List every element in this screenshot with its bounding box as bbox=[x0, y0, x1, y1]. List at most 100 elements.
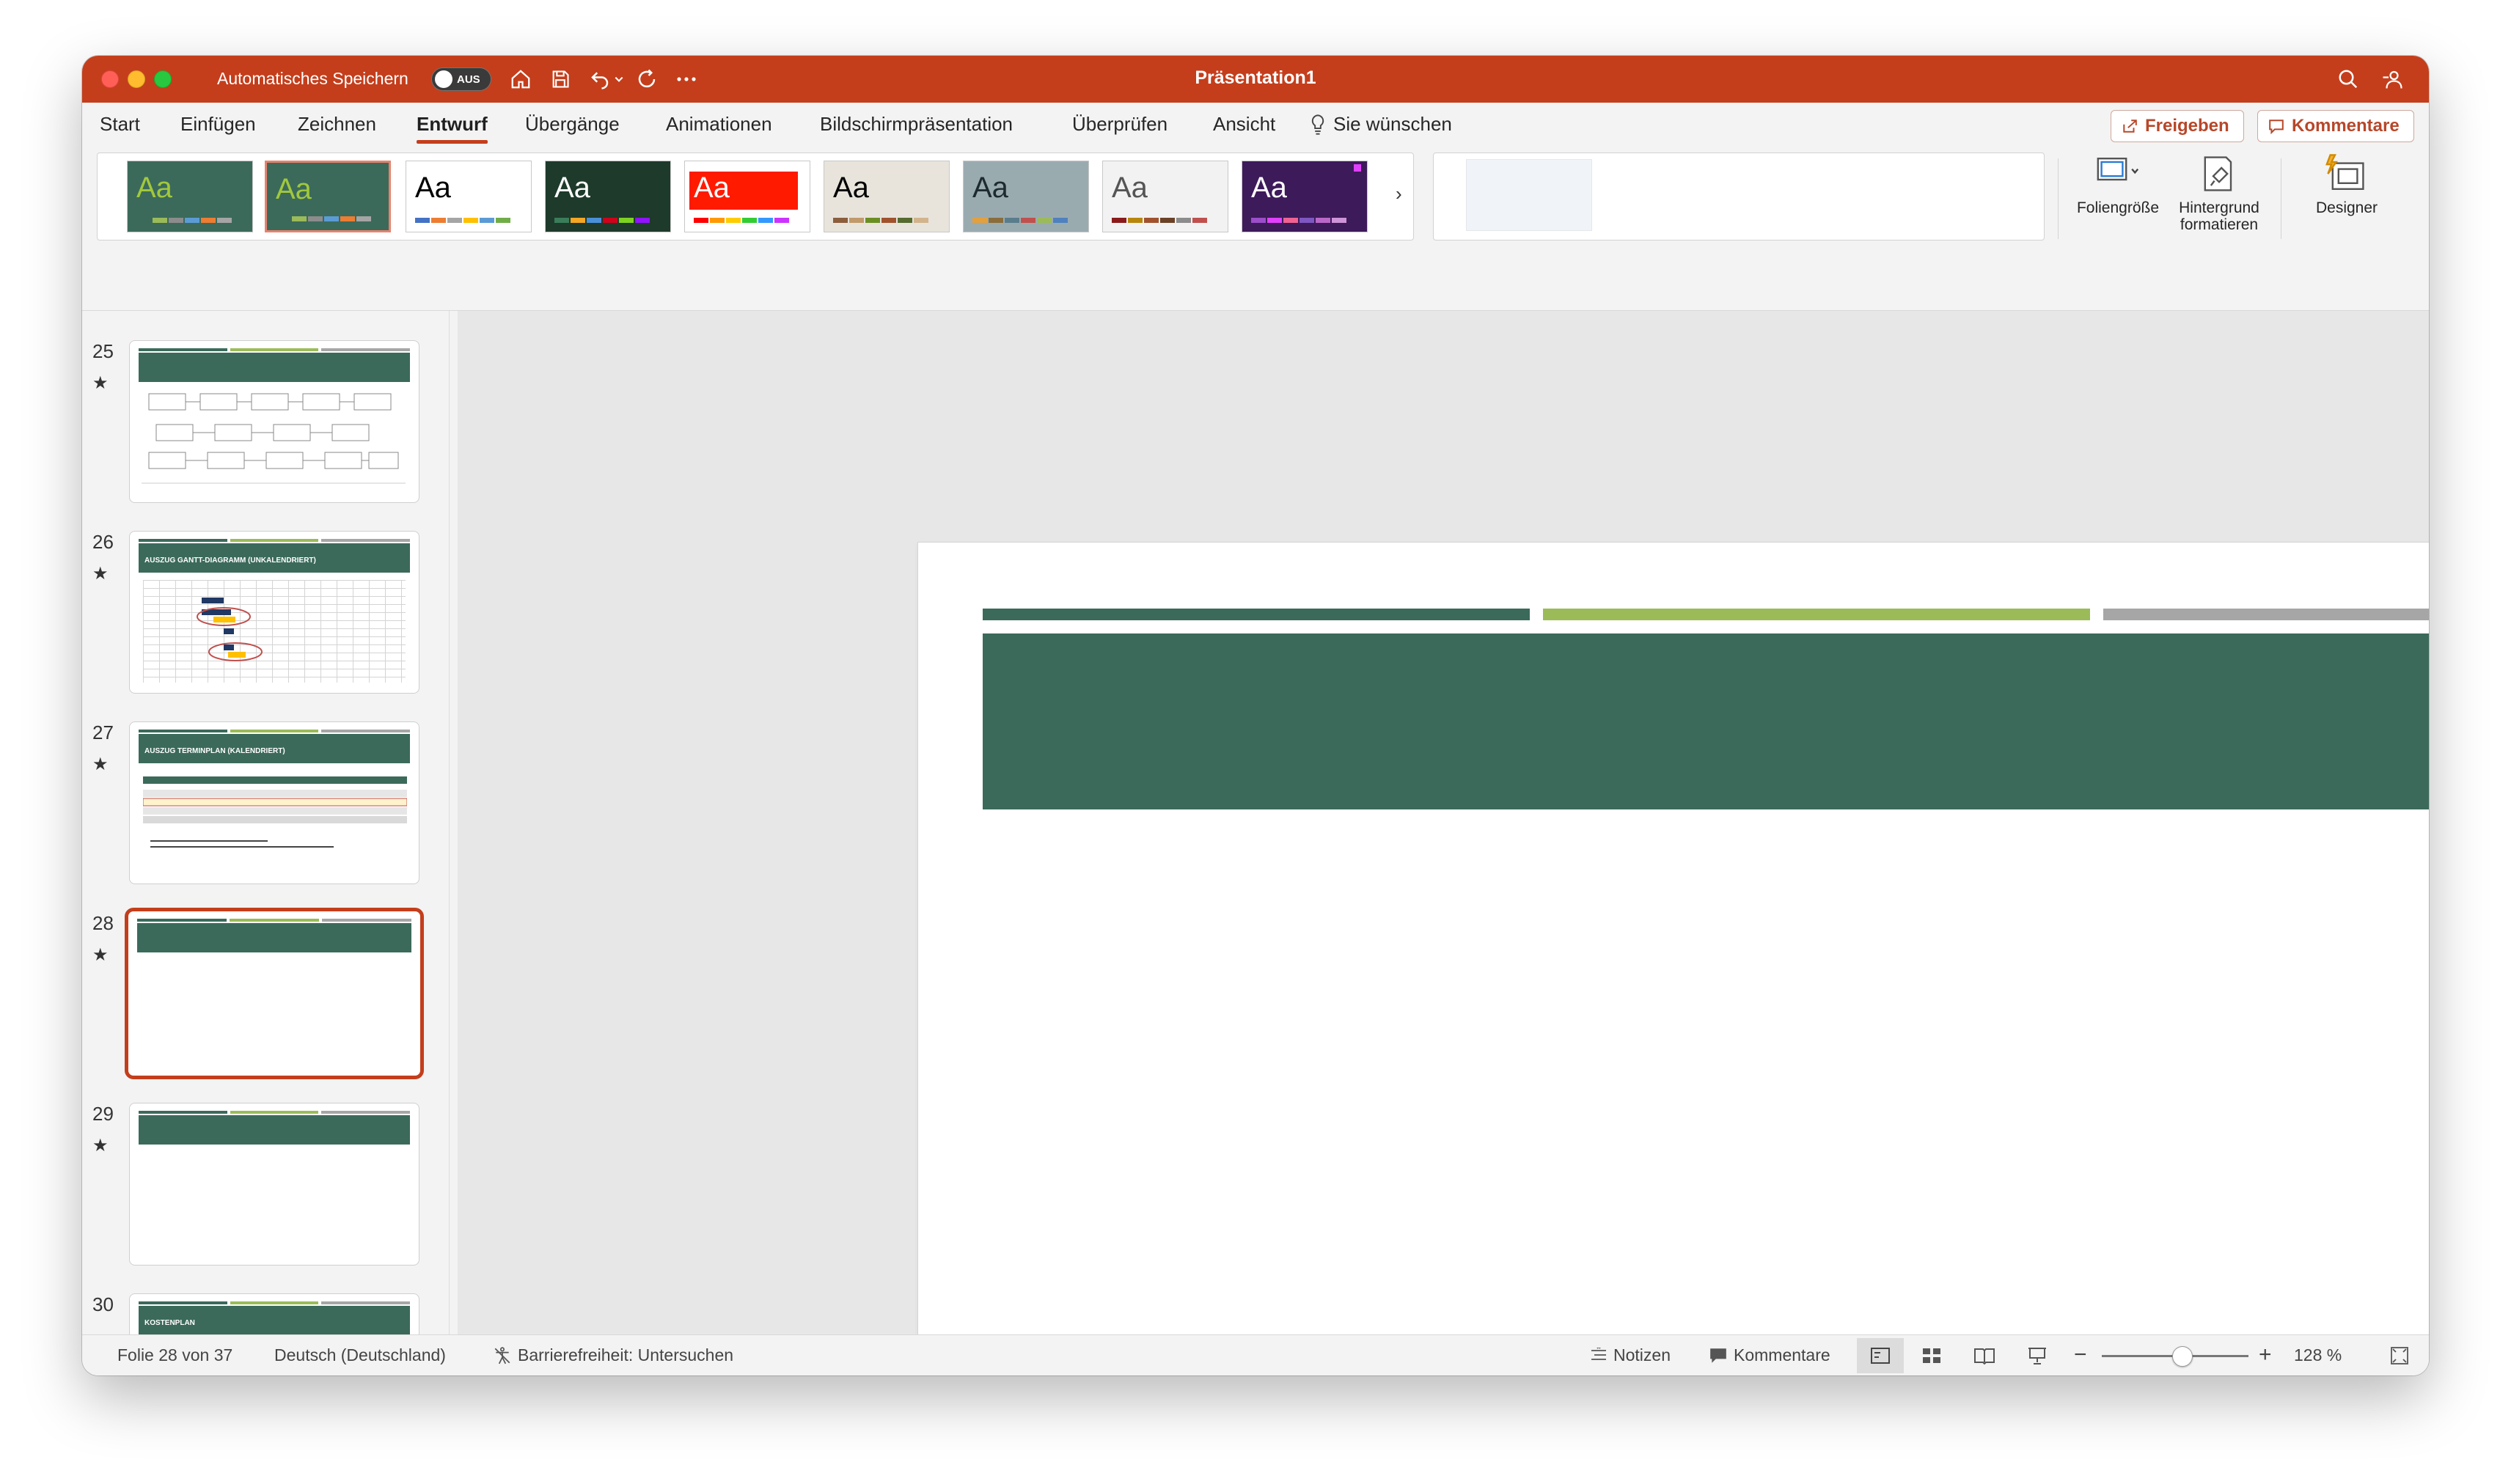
slide-size-button[interactable]: Foliengröße bbox=[2074, 153, 2162, 216]
theme-color-swatch bbox=[758, 218, 773, 223]
zoom-window-button[interactable] bbox=[154, 70, 172, 88]
fit-to-window-icon bbox=[2391, 1347, 2408, 1364]
comment-icon bbox=[1710, 1348, 1726, 1363]
save-icon[interactable] bbox=[547, 66, 573, 92]
slide-item[interactable]: 25 ★ bbox=[82, 340, 449, 516]
tab-start[interactable]: Start bbox=[100, 113, 140, 136]
theme-color-swatch bbox=[972, 218, 987, 223]
theme-swatches bbox=[1251, 218, 1346, 223]
slide-item-current[interactable]: 28 ★ bbox=[82, 908, 449, 1088]
theme-aa: Aa bbox=[1112, 172, 1148, 204]
tab-ansicht[interactable]: Ansicht bbox=[1213, 113, 1275, 136]
tab-ueberpruefen[interactable]: Überprüfen bbox=[1072, 113, 1167, 136]
thumb-accent-lines bbox=[139, 730, 411, 732]
gallery-scroll-right-icon[interactable]: › bbox=[1396, 183, 1402, 205]
theme-color-swatch bbox=[833, 218, 848, 223]
slide-thumbnail[interactable] bbox=[129, 1103, 419, 1266]
theme-aa: Aa bbox=[694, 172, 730, 204]
theme-thumbnail[interactable]: Aa bbox=[684, 161, 810, 232]
slide-item[interactable]: 29 ★ bbox=[82, 1103, 449, 1279]
theme-color-swatch bbox=[217, 218, 232, 223]
current-slide[interactable] bbox=[918, 543, 2429, 1375]
reading-view-icon bbox=[1974, 1348, 1995, 1364]
theme-swatches bbox=[136, 218, 232, 223]
format-background-button[interactable]: Hintergrund formatieren bbox=[2171, 153, 2268, 233]
slide-item[interactable]: 26 ★ AUSZUG GANTT-DIAGRAMM (UNKALENDRIER… bbox=[82, 531, 449, 707]
slide-thumbnail-pane: 25 ★ 26 ★ AUSZUG GANTT-DIAGRAMM (UNKALEN… bbox=[82, 311, 449, 1334]
more-icon[interactable] bbox=[673, 66, 700, 92]
theme-thumbnail[interactable]: Aa bbox=[1242, 161, 1368, 232]
tab-animationen[interactable]: Animationen bbox=[666, 113, 772, 136]
undo-dropdown-chevron-icon[interactable] bbox=[610, 66, 628, 92]
theme-color-swatch bbox=[914, 218, 928, 223]
fit-to-window-button[interactable] bbox=[2376, 1338, 2423, 1373]
slide-thumbnail[interactable] bbox=[129, 340, 419, 503]
zoom-slider-knob[interactable] bbox=[2172, 1346, 2193, 1367]
slideshow-view-button[interactable] bbox=[2014, 1338, 2061, 1373]
theme-color-swatch bbox=[1192, 218, 1207, 223]
redo-icon[interactable] bbox=[634, 66, 660, 92]
notes-button[interactable]: Notizen bbox=[1590, 1345, 1671, 1365]
theme-thumbnail[interactable]: Aa bbox=[127, 161, 253, 232]
title-placeholder-band[interactable] bbox=[983, 633, 2429, 809]
thumb-flowchart bbox=[142, 393, 406, 484]
slide-size-icon bbox=[2097, 158, 2139, 181]
slide-item[interactable]: 27 ★ AUSZUG TERMINPLAN (KALENDRIERT) bbox=[82, 721, 449, 897]
animation-star-icon: ★ bbox=[92, 945, 109, 965]
theme-thumbnail-selected[interactable]: Aa bbox=[265, 161, 391, 232]
theme-color-swatch bbox=[865, 218, 880, 223]
reading-view-button[interactable] bbox=[1961, 1338, 2008, 1373]
slide-sorter-view-button[interactable] bbox=[1908, 1338, 1955, 1373]
undo-icon[interactable] bbox=[587, 66, 613, 92]
theme-swatches bbox=[1112, 218, 1207, 223]
share-label: Freigeben bbox=[2145, 116, 2229, 136]
zoom-in-button[interactable]: + bbox=[2259, 1342, 2272, 1367]
zoom-out-button[interactable]: − bbox=[2074, 1342, 2087, 1367]
theme-aa: Aa bbox=[554, 172, 590, 204]
comments-button[interactable]: Kommentare bbox=[2257, 110, 2414, 142]
theme-color-swatch bbox=[185, 218, 199, 223]
slide-thumbnail[interactable]: AUSZUG GANTT-DIAGRAMM (UNKALENDRIERT) bbox=[129, 531, 419, 694]
slide-thumbnail[interactable]: AUSZUG TERMINPLAN (KALENDRIERT) bbox=[129, 721, 419, 884]
close-window-button[interactable] bbox=[101, 70, 119, 88]
accessibility-checker[interactable]: Barrierefreiheit: Untersuchen bbox=[493, 1345, 733, 1365]
slide-thumbnail[interactable]: KOSTENPLAN bbox=[129, 1293, 419, 1334]
tab-uebergaenge[interactable]: Übergänge bbox=[525, 113, 620, 136]
tab-entwurf[interactable]: Entwurf bbox=[417, 113, 488, 144]
tab-zeichnen[interactable]: Zeichnen bbox=[298, 113, 376, 136]
theme-thumbnail[interactable]: Aa bbox=[545, 161, 671, 232]
zoom-level[interactable]: 128 % bbox=[2294, 1345, 2342, 1365]
slide-item[interactable]: 30 KOSTENPLAN bbox=[82, 1293, 449, 1334]
share-button[interactable]: Freigeben bbox=[2111, 110, 2244, 142]
slide-thumbnail-selected[interactable] bbox=[125, 908, 424, 1079]
theme-color-swatch bbox=[276, 216, 290, 221]
variant-thumbnail[interactable] bbox=[1466, 159, 1592, 231]
tab-bildschirmpraesentation[interactable]: Bildschirmpräsentation bbox=[820, 113, 1013, 136]
status-comments-button[interactable]: Kommentare bbox=[1709, 1345, 1830, 1365]
language-indicator[interactable]: Deutsch (Deutschland) bbox=[274, 1345, 446, 1365]
theme-color-swatch bbox=[694, 218, 708, 223]
home-icon[interactable] bbox=[507, 66, 534, 92]
theme-thumbnail[interactable]: Aa bbox=[406, 161, 532, 232]
tell-me-search[interactable]: Sie wünschen bbox=[1310, 113, 1452, 136]
search-icon[interactable] bbox=[2335, 66, 2361, 92]
theme-thumbnail[interactable]: Aa bbox=[963, 161, 1089, 232]
theme-color-swatch bbox=[169, 218, 183, 223]
normal-view-button[interactable] bbox=[1857, 1338, 1904, 1373]
theme-thumbnail[interactable]: Aa bbox=[824, 161, 950, 232]
themes-gallery: Aa Aa Aa Aa Aa Aa Aa Aa Aa › bbox=[97, 153, 1414, 240]
thumb-accent-lines bbox=[139, 1301, 411, 1304]
pane-splitter[interactable] bbox=[449, 311, 458, 1334]
autosave-toggle[interactable]: AUS bbox=[431, 67, 491, 91]
theme-color-swatch bbox=[463, 218, 478, 223]
theme-thumbnail[interactable]: Aa bbox=[1102, 161, 1228, 232]
account-icon[interactable] bbox=[2379, 66, 2405, 92]
theme-color-swatch bbox=[1332, 218, 1346, 223]
theme-accent-dot bbox=[1354, 164, 1361, 172]
slide-number: 30 bbox=[92, 1293, 114, 1315]
tab-einfuegen[interactable]: Einfügen bbox=[180, 113, 256, 136]
theme-color-swatch bbox=[324, 216, 339, 221]
theme-color-swatch bbox=[619, 218, 634, 223]
minimize-window-button[interactable] bbox=[128, 70, 145, 88]
designer-button[interactable]: Designer bbox=[2295, 153, 2398, 216]
